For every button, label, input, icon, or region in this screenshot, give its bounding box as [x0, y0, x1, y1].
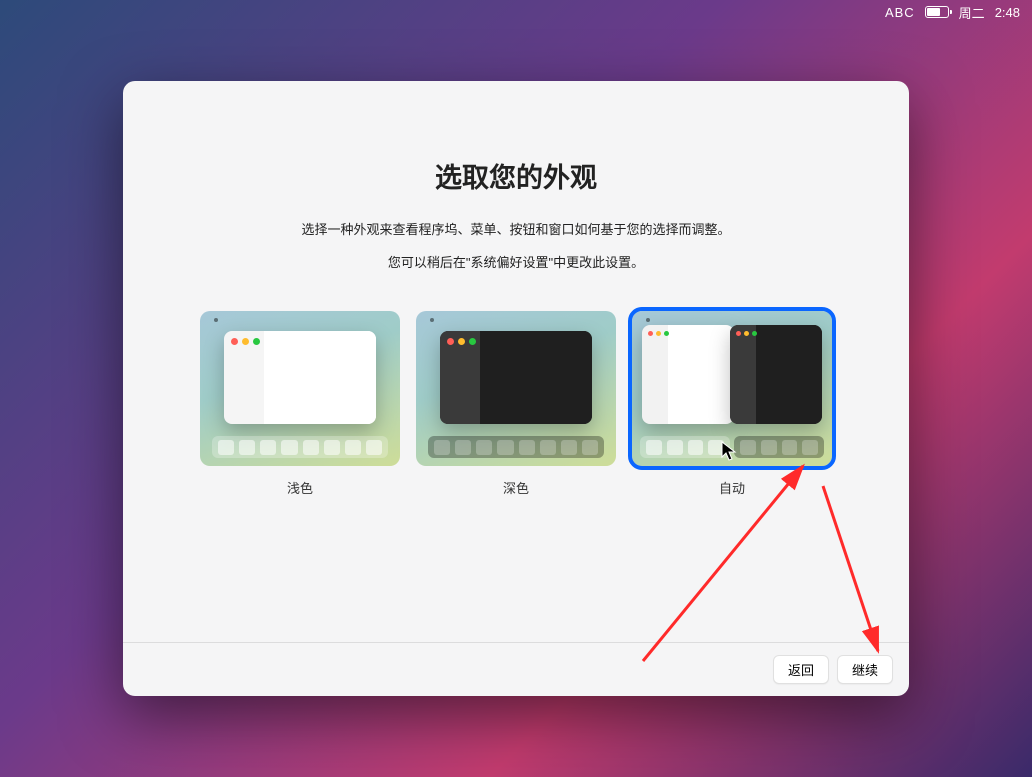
appearance-option-light-label: 浅色	[287, 478, 313, 497]
appearance-thumb-dark	[416, 311, 616, 466]
input-source-label[interactable]: ABC	[885, 5, 915, 20]
menubar-day[interactable]: 周二	[959, 3, 985, 22]
appearance-setup-dialog: 选取您的外观 选择一种外观来查看程序坞、菜单、按钮和窗口如何基于您的选择而调整。…	[123, 81, 909, 696]
page-subtitle-1: 选择一种外观来查看程序坞、菜单、按钮和窗口如何基于您的选择而调整。	[123, 219, 909, 238]
dialog-content: 选取您的外观 选择一种外观来查看程序坞、菜单、按钮和窗口如何基于您的选择而调整。…	[123, 81, 909, 642]
appearance-option-auto[interactable]: 自动	[632, 311, 832, 497]
appearance-option-auto-label: 自动	[719, 478, 745, 497]
appearance-option-light[interactable]: 浅色	[200, 311, 400, 497]
page-title: 选取您的外观	[123, 156, 909, 195]
battery-icon[interactable]	[925, 6, 949, 18]
appearance-thumb-light	[200, 311, 400, 466]
dialog-footer: 返回 继续	[123, 642, 909, 696]
menu-bar: ABC 周二 2:48	[873, 0, 1032, 24]
page-subtitle-2: 您可以稍后在"系统偏好设置"中更改此设置。	[123, 252, 909, 271]
appearance-option-dark[interactable]: 深色	[416, 311, 616, 497]
appearance-options: 浅色 深色	[123, 311, 909, 497]
continue-button[interactable]: 继续	[837, 655, 893, 684]
back-button[interactable]: 返回	[773, 655, 829, 684]
appearance-thumb-auto	[632, 311, 832, 466]
menubar-time[interactable]: 2:48	[995, 5, 1020, 20]
appearance-option-dark-label: 深色	[503, 478, 529, 497]
